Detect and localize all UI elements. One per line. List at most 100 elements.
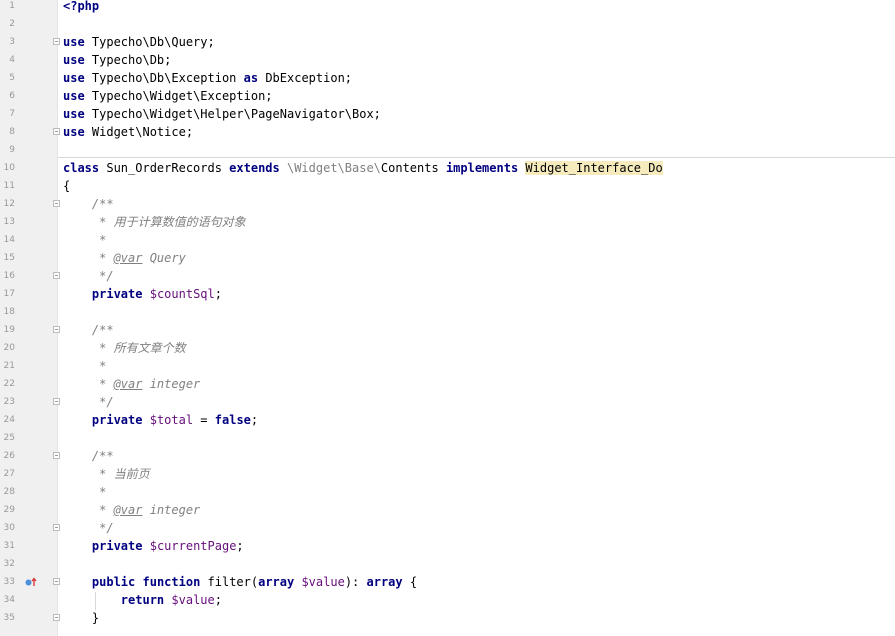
line-number: 25 bbox=[3, 433, 15, 443]
code-token: * bbox=[63, 377, 114, 391]
line-number: 1 bbox=[9, 1, 15, 11]
code-token: Widget_Interface_Do bbox=[525, 161, 663, 175]
code-token: ; bbox=[236, 539, 244, 553]
code-line[interactable]: 5 use Typecho\Db\Exception as DbException… bbox=[0, 69, 895, 87]
line-number: 15 bbox=[3, 253, 15, 263]
code-line[interactable]: 23 */ bbox=[0, 393, 895, 411]
line-number: 29 bbox=[3, 505, 15, 515]
code-line[interactable]: 3 use Typecho\Db\Query; bbox=[0, 33, 895, 51]
code-token: @var bbox=[113, 377, 143, 391]
code-line[interactable]: 28 * bbox=[0, 483, 895, 501]
code-token: function bbox=[142, 575, 201, 589]
fold-toggle-icon[interactable] bbox=[53, 452, 60, 459]
line-number: 16 bbox=[3, 271, 15, 281]
code-line[interactable]: 2 bbox=[0, 15, 895, 33]
code-token: array bbox=[258, 575, 295, 589]
code-text: <?php bbox=[63, 0, 99, 15]
code-line[interactable]: 20 * 所有文章个数 bbox=[0, 339, 895, 357]
code-line[interactable]: 12 /** bbox=[0, 195, 895, 213]
code-token: array bbox=[366, 575, 403, 589]
line-number: 33 bbox=[3, 577, 15, 587]
code-line[interactable]: 13 * 用于计算数值的语句对象 bbox=[0, 213, 895, 231]
code-line[interactable]: 7 use Typecho\Widget\Helper\PageNavigator… bbox=[0, 105, 895, 123]
line-number: 5 bbox=[9, 73, 15, 83]
code-token: private bbox=[91, 539, 143, 553]
code-line[interactable]: 16 */ bbox=[0, 267, 895, 285]
fold-toggle-icon[interactable] bbox=[53, 326, 60, 333]
line-number: 23 bbox=[3, 397, 15, 407]
line-number: 18 bbox=[3, 307, 15, 317]
code-text: * bbox=[63, 231, 106, 249]
code-line[interactable]: 17 private $countSql; bbox=[0, 285, 895, 303]
line-number: 9 bbox=[9, 145, 15, 155]
code-token: @var bbox=[113, 251, 143, 265]
code-line[interactable]: 9 bbox=[0, 141, 895, 159]
line-number: 26 bbox=[3, 451, 15, 461]
code-line[interactable]: 19 /** bbox=[0, 321, 895, 339]
fold-toggle-icon[interactable] bbox=[53, 200, 60, 207]
code-line[interactable]: 18 bbox=[0, 303, 895, 321]
code-line[interactable]: 26 /** bbox=[0, 447, 895, 465]
code-token: <?php bbox=[63, 0, 100, 13]
code-line[interactable]: 24 private $total = false; bbox=[0, 411, 895, 429]
code-text: */ bbox=[63, 519, 113, 537]
code-line[interactable]: 29 * @var integer bbox=[0, 501, 895, 519]
code-line[interactable]: 30 */ bbox=[0, 519, 895, 537]
code-line[interactable]: 27 * 当前页 bbox=[0, 465, 895, 483]
override-method-icon[interactable] bbox=[25, 577, 37, 587]
code-token: { bbox=[402, 575, 418, 589]
code-text: } bbox=[63, 609, 99, 627]
code-token: ; bbox=[214, 593, 222, 607]
code-text: /** bbox=[63, 195, 114, 213]
code-text: * @var Query bbox=[63, 249, 186, 267]
code-line[interactable]: 8 use Widget\Notice; bbox=[0, 123, 895, 141]
line-number: 4 bbox=[9, 55, 15, 65]
code-line[interactable]: 15 * @var Query bbox=[0, 249, 895, 267]
code-text: use Widget\Notice; bbox=[63, 123, 193, 141]
fold-toggle-icon[interactable] bbox=[53, 272, 60, 279]
fold-toggle-icon[interactable] bbox=[53, 128, 60, 135]
code-line[interactable]: 32 bbox=[0, 555, 895, 573]
code-token: Typecho\Widget\Helper\PageNavigator\Box; bbox=[84, 107, 381, 121]
code-token: use bbox=[63, 71, 85, 85]
line-number: 17 bbox=[3, 289, 15, 299]
fold-toggle-icon[interactable] bbox=[53, 398, 60, 405]
code-line[interactable]: 21 * bbox=[0, 357, 895, 375]
code-token: * 用于计算数值的语句对象 bbox=[63, 215, 246, 229]
code-token: * bbox=[63, 503, 114, 517]
code-text: private $countSql; bbox=[63, 285, 222, 303]
code-token: /** bbox=[63, 449, 114, 463]
line-number: 24 bbox=[3, 415, 15, 425]
code-token: extends bbox=[229, 161, 280, 175]
code-text: use Typecho\Db\Query; bbox=[63, 33, 215, 51]
code-token: DbException; bbox=[258, 71, 353, 85]
code-editor[interactable]: 1 <?php 2 3 use Typecho\Db\Query; 4 use Typech… bbox=[0, 0, 895, 636]
code-token: use bbox=[63, 35, 85, 49]
code-line[interactable]: 11 { bbox=[0, 177, 895, 195]
code-text: use Typecho\Db; bbox=[63, 51, 171, 69]
fold-toggle-icon[interactable] bbox=[53, 38, 60, 45]
code-line[interactable]: 4 use Typecho\Db; bbox=[0, 51, 895, 69]
code-line[interactable]: 14 * bbox=[0, 231, 895, 249]
code-line[interactable]: 25 bbox=[0, 429, 895, 447]
code-line[interactable]: 31 private $currentPage; bbox=[0, 537, 895, 555]
code-line[interactable]: 10 class Sun_OrderRecords extends \Widget… bbox=[0, 159, 895, 177]
code-token: Typecho\Db; bbox=[84, 53, 172, 67]
fold-toggle-icon[interactable] bbox=[53, 614, 60, 621]
fold-toggle-icon[interactable] bbox=[53, 524, 60, 531]
code-text: * 用于计算数值的语句对象 bbox=[63, 213, 246, 231]
code-line[interactable]: 22 * @var integer bbox=[0, 375, 895, 393]
code-token: as bbox=[243, 71, 259, 85]
code-line[interactable]: 35 } bbox=[0, 609, 895, 627]
code-line[interactable]: 34 return $value; bbox=[0, 591, 895, 609]
fold-toggle-icon[interactable] bbox=[53, 578, 60, 585]
code-line[interactable]: 33 public function filter(array $value):… bbox=[0, 573, 895, 591]
line-number: 35 bbox=[3, 613, 15, 623]
code-token: use bbox=[63, 125, 85, 139]
code-line[interactable]: 6 use Typecho\Widget\Exception; bbox=[0, 87, 895, 105]
code-line[interactable]: 1 <?php bbox=[0, 0, 895, 15]
